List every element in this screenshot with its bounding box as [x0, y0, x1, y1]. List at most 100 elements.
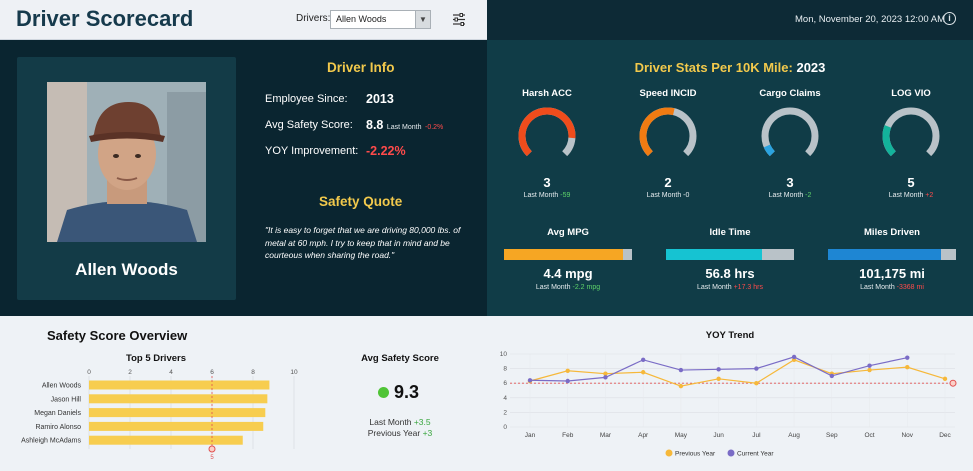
stat-bar-lm-label: Last Month — [697, 284, 732, 291]
gauge-label: Speed INCID — [639, 88, 697, 99]
x-tick-label: 6 — [210, 369, 214, 376]
driver-select-value: Allen Woods — [336, 14, 387, 24]
stat-bar-last-month: Last Month -3368 mi — [828, 284, 956, 291]
stat-bar-label: Avg MPG — [547, 227, 589, 238]
legend-label: Previous Year — [675, 451, 716, 458]
gauge-last-month: Last Month -2 — [740, 192, 840, 199]
stats-title-text: Driver Stats Per 10K Mile: — [634, 60, 793, 75]
gauge-last-month: Last Month -59 — [497, 192, 597, 199]
driver-select[interactable]: Allen Woods ▼ — [330, 10, 431, 29]
top-drivers-chart: 0 2 4 6 8 10 Allen Woods Jason Hill Megan Daniel… — [21, 369, 298, 461]
gauge-last-month: Last Month -0 — [618, 192, 718, 199]
avg-safety-value: 8.8 — [366, 118, 384, 132]
stats-year: 2023 — [796, 60, 826, 75]
y-tick-label: 0 — [503, 424, 507, 431]
gauge-lm-value: -2 — [805, 192, 812, 199]
app-title: Driver Scorecard — [16, 6, 194, 31]
data-point — [829, 373, 835, 379]
stat-bar-lm-label: Last Month — [535, 284, 571, 291]
category-label: Allen Woods — [42, 383, 82, 390]
legend-marker — [727, 449, 735, 457]
stat-bar-value: 101,175 mi — [859, 266, 925, 281]
bar — [89, 435, 243, 445]
filter-settings-icon[interactable] — [452, 13, 466, 26]
top-drivers-title: Top 5 Drivers — [125, 353, 186, 364]
driver-name: Allen Woods — [75, 260, 178, 279]
gauge-lm-value: +2 — [925, 192, 934, 199]
avg-safety-label: Avg Safety Score: — [265, 119, 353, 131]
driver-card: Allen Woods — [17, 57, 236, 300]
data-point — [754, 366, 759, 371]
x-tick-label: 8 — [251, 369, 255, 376]
chevron-down-icon[interactable]: ▼ — [415, 11, 430, 28]
yoy-trend-title: YOY Trend — [705, 330, 755, 341]
gauge-lm-label: Last Month — [646, 192, 682, 199]
gauge-fill — [518, 107, 576, 157]
gauge-fill — [882, 125, 896, 157]
legend-label: Current Year — [737, 451, 774, 458]
gauge-label: Cargo Claims — [759, 88, 821, 99]
info-icon[interactable]: i — [943, 12, 956, 25]
yoy-value: -2.22% — [366, 144, 406, 158]
stat-bar-last-month: Last Month +17.3 hrs — [666, 284, 794, 291]
x-tick-label: Mar — [600, 432, 612, 439]
stat-bar-value: 4.4 mpg — [543, 266, 593, 281]
employee-since-label: Employee Since: — [265, 93, 348, 105]
data-point — [565, 378, 570, 384]
y-tick-label: 10 — [500, 351, 508, 358]
gauge-lm-label: Last Month — [523, 192, 559, 199]
stat-bar-value: 56.8 hrs — [705, 266, 755, 281]
driver-photo — [47, 82, 206, 242]
gauge-lm-label: Last Month — [888, 192, 924, 199]
bar — [89, 380, 270, 390]
x-tick-label: May — [675, 432, 688, 439]
gauge-lm-label: Last Month — [768, 192, 804, 199]
y-tick-label: 8 — [503, 366, 507, 373]
stat-bar-lm-label: Last Month — [860, 284, 895, 291]
avg-safety-row: 8.8 Last Month -0.2% — [366, 118, 443, 132]
x-tick-label: Sep — [826, 432, 838, 439]
gauge-chart — [518, 107, 576, 157]
reference-marker — [949, 379, 957, 387]
data-point — [565, 368, 570, 373]
data-point — [603, 375, 608, 380]
avg-last-month-value: +3.5 — [413, 417, 431, 427]
gauge-value: 3 — [543, 175, 551, 190]
x-tick-label: Apr — [638, 432, 649, 439]
data-point — [791, 354, 797, 360]
series-line — [529, 359, 946, 387]
stat-bar-lm-value: -2.2 mpg — [572, 284, 601, 291]
category-label: Ramiro Alonso — [35, 424, 81, 431]
gauge-track — [761, 107, 819, 157]
x-tick-label: Nov — [901, 432, 913, 439]
data-point — [678, 367, 684, 373]
avg-prev-year: Previous Year +3 — [340, 428, 460, 438]
category-label: Ashleigh McAdams — [21, 438, 81, 445]
data-point — [678, 383, 684, 389]
data-point — [867, 363, 872, 368]
y-tick-label: 2 — [503, 409, 507, 416]
category-label: Megan Daniels — [34, 410, 81, 417]
reference-label: 5 — [210, 455, 214, 461]
gauge-lm-value: -59 — [560, 192, 571, 199]
gauge-track — [882, 107, 940, 157]
gauge-last-month: Last Month +2 — [861, 192, 961, 199]
category-label: Jason Hill — [51, 396, 82, 403]
stat-bar-label: Idle Time — [709, 227, 751, 238]
data-point — [754, 381, 759, 386]
reference-marker — [208, 445, 216, 453]
data-point — [942, 376, 948, 382]
status-dot-icon — [378, 387, 389, 398]
x-tick-label: 2 — [128, 369, 132, 376]
gauge-lm-value: -0 — [683, 192, 690, 199]
gauge-label: LOG VIO — [891, 88, 931, 99]
x-tick-label: Jan — [525, 432, 536, 439]
x-tick-label: 4 — [169, 369, 173, 376]
gauge-value: 2 — [664, 175, 672, 190]
x-tick-label: Jun — [713, 432, 724, 439]
stat-bar-fill — [828, 249, 941, 260]
x-tick-label: 10 — [290, 369, 298, 376]
avg-prev-year-label: Previous Year — [367, 428, 421, 438]
datetime-label: Mon, November 20, 2023 12:00 AM — [795, 14, 945, 25]
data-point — [716, 367, 721, 372]
